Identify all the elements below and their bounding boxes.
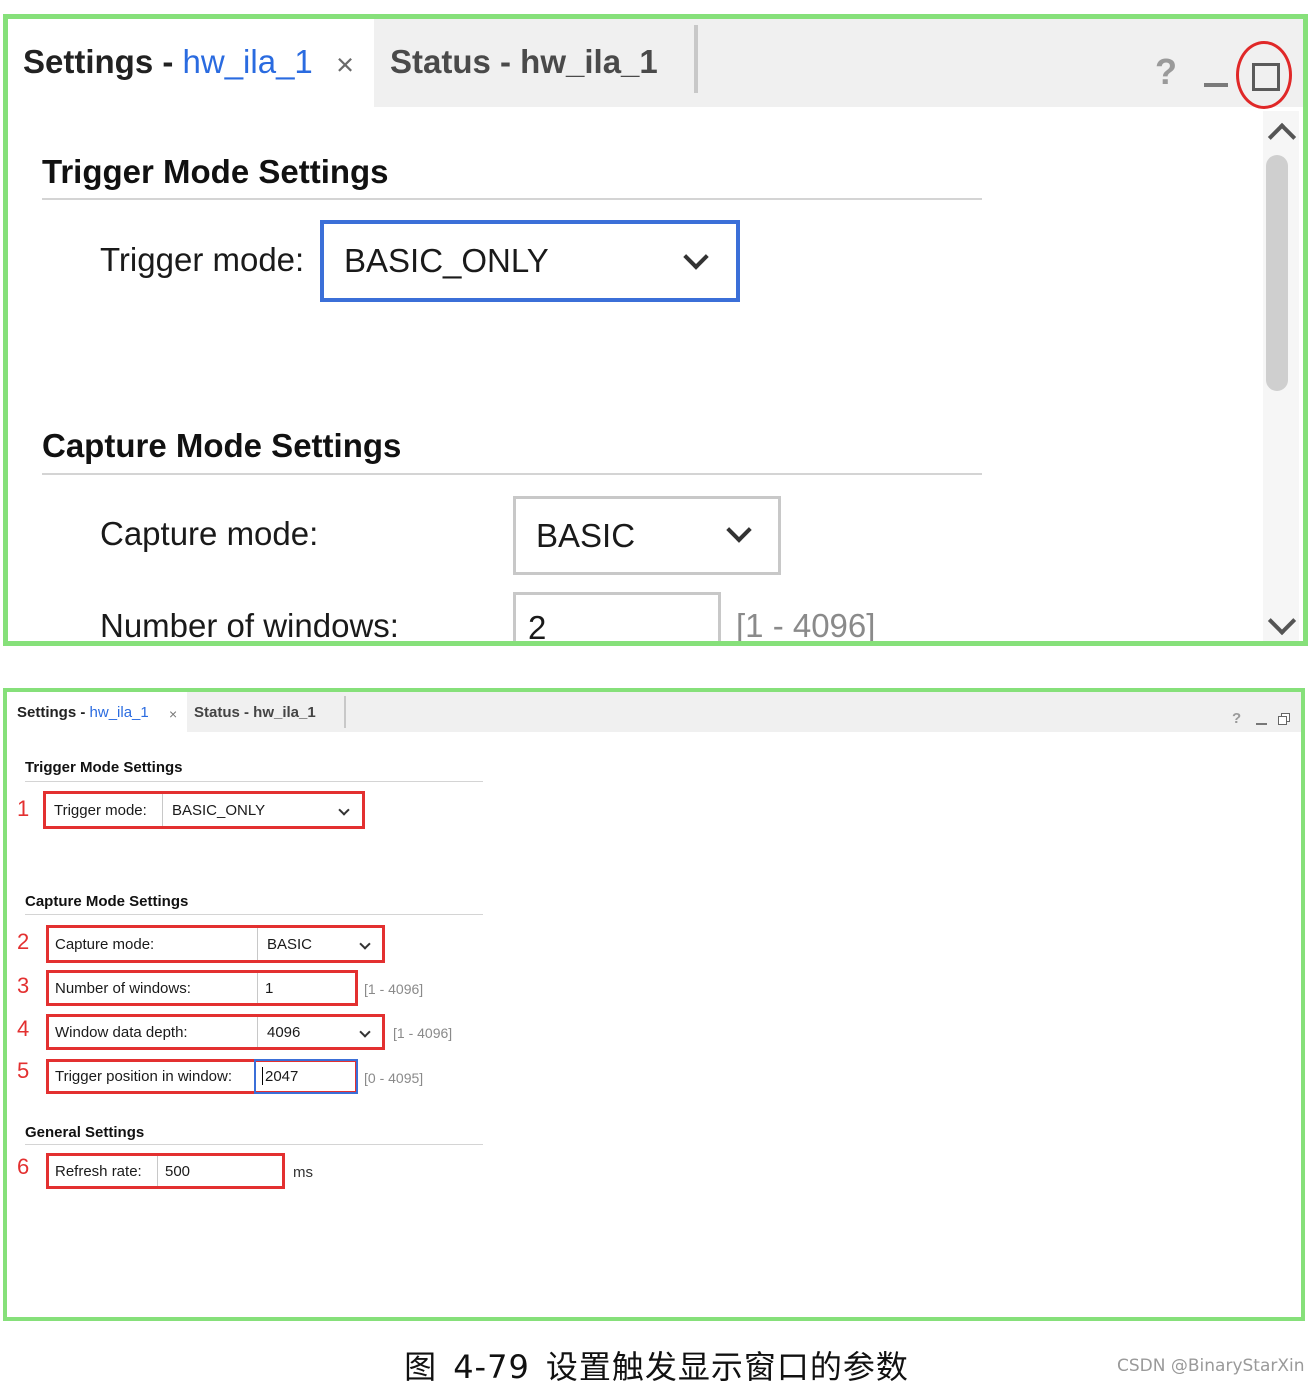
trigger-mode-value: BASIC_ONLY xyxy=(172,801,266,819)
windows-range: [1 - 4096] xyxy=(364,981,424,997)
watermark: CSDN @BinaryStarXin xyxy=(1117,1356,1305,1376)
annotation-number: 3 xyxy=(17,973,30,998)
maximize-highlight-circle xyxy=(1236,41,1292,109)
annotation-number: 4 xyxy=(17,1016,30,1041)
refresh-rate-value: 500 xyxy=(165,1162,191,1180)
minimize-icon[interactable] xyxy=(1256,723,1267,725)
section-title-trigger: Trigger Mode Settings xyxy=(25,759,183,776)
trigger-mode-select[interactable]: BASIC_ONLY xyxy=(320,220,740,302)
tab-status[interactable]: Status - hw_ila_1 xyxy=(194,704,316,721)
capture-mode-label: Capture mode: xyxy=(55,935,155,953)
windows-value: 2 xyxy=(528,609,547,646)
section-title-general: General Settings xyxy=(25,1124,145,1141)
trigger-position-label: Trigger position in window: xyxy=(55,1068,233,1085)
annotation-number: 5 xyxy=(17,1058,30,1083)
tab-separator xyxy=(694,25,698,93)
caption-prefix: 图 xyxy=(404,1348,438,1386)
section-divider xyxy=(25,781,483,782)
help-icon[interactable]: ? xyxy=(1232,710,1241,727)
chevron-down-icon xyxy=(683,244,709,270)
capture-mode-value: BASIC xyxy=(267,935,313,953)
trigger-position-input-focus[interactable] xyxy=(254,1059,358,1094)
section-divider xyxy=(25,1144,483,1145)
capture-mode-row[interactable]: Capture mode: BASIC xyxy=(46,925,385,963)
field-divider xyxy=(157,1156,158,1186)
annotation-number: 6 xyxy=(17,1154,30,1179)
close-icon[interactable]: × xyxy=(336,47,354,83)
field-divider xyxy=(162,794,163,826)
capture-mode-select[interactable]: BASIC xyxy=(513,496,781,575)
annotation-number: 2 xyxy=(17,929,30,954)
window-depth-label: Window data depth: xyxy=(55,1023,188,1041)
window-depth-value: 4096 xyxy=(267,1023,301,1041)
capture-mode-value: BASIC xyxy=(536,517,636,554)
window-depth-range: [1 - 4096] xyxy=(393,1025,453,1041)
trigger-mode-label: Trigger mode: xyxy=(100,241,305,278)
tab-status[interactable]: Status - hw_ila_1 xyxy=(390,43,658,81)
trigger-mode-value: BASIC_ONLY xyxy=(344,242,549,279)
tab-separator xyxy=(344,696,346,728)
windows-label: Number of windows: xyxy=(100,607,399,644)
field-divider xyxy=(257,973,258,1003)
tab-settings-prefix: Settings - xyxy=(17,704,90,721)
caption-text: 设置触发显示窗口的参数 xyxy=(545,1348,909,1386)
chevron-down-icon xyxy=(359,938,371,950)
chevron-down-icon xyxy=(359,1026,371,1038)
field-divider xyxy=(257,928,258,960)
trigger-position-range: [0 - 4095] xyxy=(364,1070,424,1086)
text-caret xyxy=(262,1067,263,1085)
field-divider xyxy=(257,1017,258,1047)
tab-settings-prefix: Settings - xyxy=(23,43,183,80)
section-title-capture: Capture Mode Settings xyxy=(25,893,189,910)
restore-icon[interactable] xyxy=(1278,713,1290,725)
windows-input[interactable]: 2 xyxy=(513,592,721,646)
windows-range: [1 - 4096] xyxy=(736,607,876,644)
caption-number: 4-79 xyxy=(453,1348,530,1386)
tab-settings-title[interactable]: Settings - hw_ila_1 xyxy=(17,704,149,721)
windows-label: Number of windows: xyxy=(55,979,191,997)
section-divider xyxy=(42,198,982,200)
section-divider xyxy=(42,473,982,475)
tab-settings-title[interactable]: Settings - hw_ila_1 xyxy=(23,43,313,81)
refresh-rate-label: Refresh rate: xyxy=(55,1162,142,1180)
tab-status-label: Status - hw_ila_1 xyxy=(390,43,658,80)
annotation-number: 1 xyxy=(17,796,30,821)
chevron-down-icon xyxy=(726,517,752,543)
windows-value: 1 xyxy=(265,979,274,997)
close-icon[interactable]: × xyxy=(169,706,177,722)
windows-row[interactable]: Number of windows: 1 xyxy=(46,970,358,1006)
refresh-rate-unit: ms xyxy=(293,1164,313,1181)
trigger-mode-label: Trigger mode: xyxy=(54,801,147,819)
zoomed-settings-panel: Settings - hw_ila_1 × Status - hw_ila_1 … xyxy=(3,14,1308,646)
tab-settings-target: hw_ila_1 xyxy=(182,43,313,80)
tab-settings-target: hw_ila_1 xyxy=(89,704,149,721)
section-title-capture: Capture Mode Settings xyxy=(42,427,402,464)
help-icon[interactable]: ? xyxy=(1155,51,1177,93)
refresh-rate-row[interactable]: Refresh rate: 500 xyxy=(46,1153,285,1189)
full-settings-panel: Settings - hw_ila_1 × Status - hw_ila_1 … xyxy=(3,688,1305,1321)
tab-status-label: Status - hw_ila_1 xyxy=(194,704,316,721)
section-divider xyxy=(25,914,483,915)
window-depth-row[interactable]: Window data depth: 4096 xyxy=(46,1014,385,1050)
chevron-down-icon xyxy=(338,804,350,816)
minimize-icon[interactable] xyxy=(1204,83,1228,87)
scrollbar-thumb[interactable] xyxy=(1266,155,1288,391)
trigger-mode-row[interactable]: Trigger mode: BASIC_ONLY xyxy=(43,791,365,829)
capture-mode-label: Capture mode: xyxy=(100,515,319,552)
section-title-trigger: Trigger Mode Settings xyxy=(42,153,389,190)
